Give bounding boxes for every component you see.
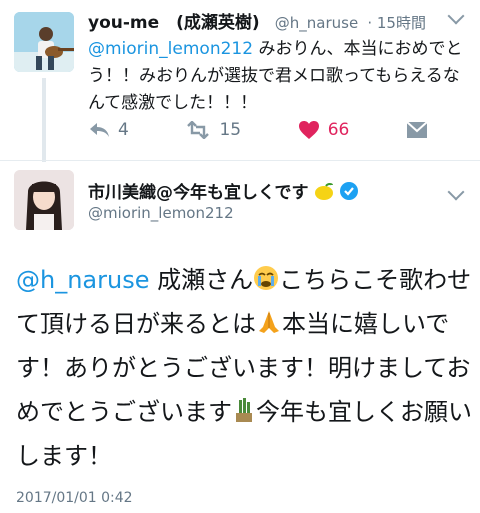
reply-icon: [90, 123, 109, 137]
chevron-down-icon: [447, 183, 465, 201]
tweet-body: @h_naruse 成瀬さん こちらこそ歌わせて頂ける日が来るとは 本当に嬉しいです…: [16, 258, 472, 478]
reply-actions: 4 15 66: [88, 120, 428, 140]
reply-timestamp[interactable]: · 15時間: [367, 14, 426, 32]
dm-icon: [406, 121, 428, 138]
tweet-mention-link[interactable]: @h_naruse: [16, 266, 149, 294]
retweet-button[interactable]: 15: [185, 120, 241, 140]
reply-display-name[interactable]: you-me (成瀬英樹): [88, 13, 260, 33]
reply-header: you-me (成瀬英樹) @h_naruse · 15時間: [88, 8, 426, 33]
reply-text: @miorin_lemon212 みおりん、本当におめでとう！！みおりんが選抜で…: [88, 36, 468, 117]
like-count: 66: [327, 120, 350, 140]
tweet-handle[interactable]: @miorin_lemon212: [88, 204, 234, 222]
tweet-menu-button[interactable]: [447, 183, 465, 201]
kadomatsu-emoji: [236, 398, 252, 422]
conversation-thread-line: [42, 78, 46, 162]
avatar-you-me[interactable]: [14, 12, 74, 72]
tweet-text-1: 成瀬さん: [149, 266, 254, 294]
tweet-header: 市川美織@今年も宜しくです: [88, 178, 359, 203]
reply-handle[interactable]: @h_naruse: [275, 14, 358, 32]
lemon-emoji: [314, 183, 333, 200]
reply-mention-link[interactable]: @miorin_lemon212: [88, 39, 253, 59]
tweet-display-name[interactable]: 市川美織@今年も宜しくです: [88, 183, 309, 203]
reply-count: 4: [118, 120, 129, 140]
chevron-down-icon: [447, 7, 465, 25]
direct-message-button[interactable]: [406, 120, 428, 140]
tweet-timestamp[interactable]: 2017/01/01 0:42: [16, 490, 133, 506]
praying-hands-emoji: [259, 311, 279, 333]
reply-button[interactable]: 4: [88, 120, 129, 140]
verified-badge-icon: [339, 182, 358, 200]
crying-emoji: [254, 266, 279, 290]
heart-icon: [298, 121, 319, 139]
like-button[interactable]: 66: [298, 120, 350, 140]
reply-menu-button[interactable]: [447, 7, 465, 25]
tweet-divider: [0, 160, 480, 161]
retweet-count: 15: [219, 120, 242, 140]
retweet-icon: [187, 121, 210, 139]
avatar-miorin[interactable]: [14, 170, 74, 230]
